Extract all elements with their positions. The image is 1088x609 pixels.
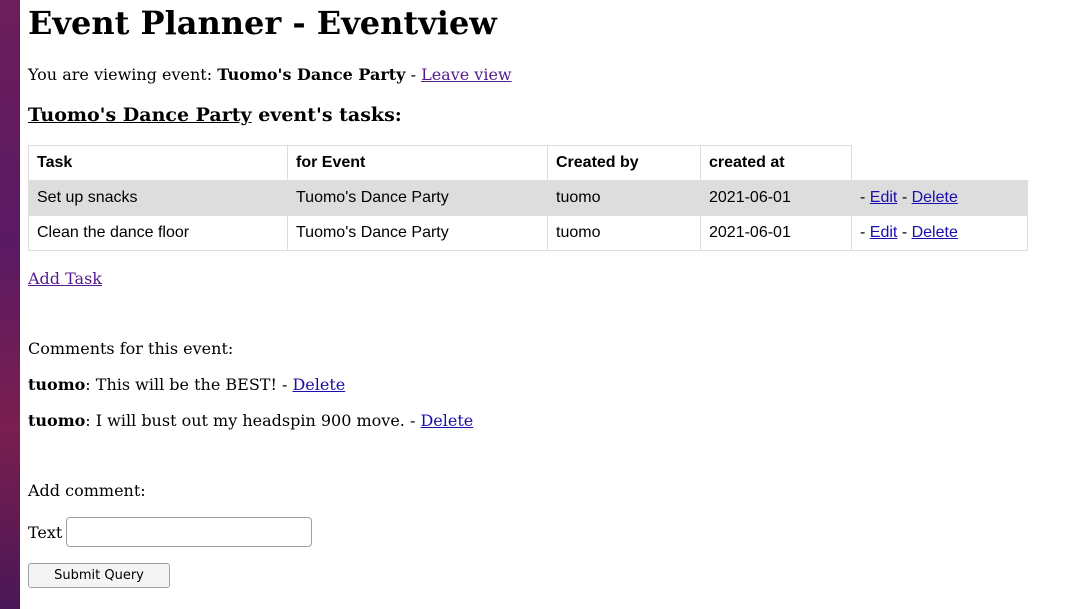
desktop-background [0, 0, 20, 609]
comment-author: tuomo [28, 411, 86, 430]
action-separator: - [901, 189, 908, 206]
tasks-heading-suffix: event's tasks: [251, 104, 402, 126]
delete-comment-link[interactable]: Delete [420, 411, 473, 430]
add-comment-title: Add comment: [28, 481, 146, 500]
cell-created-at: 2021-06-01 [700, 215, 852, 251]
edit-task-link[interactable]: Edit [870, 224, 898, 241]
comment-text: : This will be the BEST! - [85, 375, 293, 394]
table-header-row: Task for Event Created by created at [28, 145, 1028, 181]
viewing-prefix: You are viewing event: [28, 65, 218, 84]
comment-author: tuomo [28, 375, 86, 394]
comment-text-input[interactable] [66, 517, 313, 547]
edit-task-link[interactable]: Edit [870, 189, 898, 206]
cell-created-by: tuomo [547, 215, 701, 251]
viewing-event-name: Tuomo's Dance Party [217, 65, 406, 84]
page-title: Event Planner - Eventview [28, 4, 497, 42]
table-row: Clean the dance floor Tuomo's Dance Part… [28, 215, 1028, 251]
column-header-task: Task [28, 145, 288, 181]
comment-text: : I will bust out my headspin 900 move. … [85, 411, 421, 430]
action-separator: - [901, 224, 908, 241]
table-row: Set up snacks Tuomo's Dance Party tuomo … [28, 180, 1028, 216]
comment-item: tuomo: I will bust out my headspin 900 m… [28, 411, 473, 430]
cell-actions: - Edit - Delete [851, 180, 1028, 216]
tasks-table: Task for Event Created by created at Set… [28, 145, 1028, 251]
column-header-created-at: created at [700, 145, 852, 181]
cell-event: Tuomo's Dance Party [287, 180, 548, 216]
comment-text-row: Text [28, 517, 313, 547]
cell-created-by: tuomo [547, 180, 701, 216]
action-separator: - [860, 224, 866, 241]
viewing-status: You are viewing event: Tuomo's Dance Par… [28, 65, 512, 84]
comment-text-label: Text [28, 522, 63, 542]
cell-task: Clean the dance floor [28, 215, 288, 251]
event-link[interactable]: Tuomo's Dance Party [28, 104, 252, 126]
cell-created-at: 2021-06-01 [700, 180, 852, 216]
delete-task-link[interactable]: Delete [912, 224, 958, 241]
cell-task: Set up snacks [28, 180, 288, 216]
column-header-event: for Event [287, 145, 548, 181]
leave-view-link[interactable]: Leave view [421, 65, 512, 84]
comment-item: tuomo: This will be the BEST! - Delete [28, 375, 345, 394]
column-header-actions [851, 145, 1028, 181]
column-header-created-by: Created by [547, 145, 701, 181]
action-separator: - [860, 189, 866, 206]
delete-task-link[interactable]: Delete [912, 189, 958, 206]
viewing-separator: - [405, 65, 422, 84]
delete-comment-link[interactable]: Delete [292, 375, 345, 394]
cell-actions: - Edit - Delete [851, 215, 1028, 251]
comments-title: Comments for this event: [28, 339, 234, 358]
tasks-heading: Tuomo's Dance Party event's tasks: [28, 104, 402, 126]
cell-event: Tuomo's Dance Party [287, 215, 548, 251]
add-task-link[interactable]: Add Task [28, 269, 102, 288]
submit-query-button[interactable]: Submit Query [28, 563, 170, 588]
